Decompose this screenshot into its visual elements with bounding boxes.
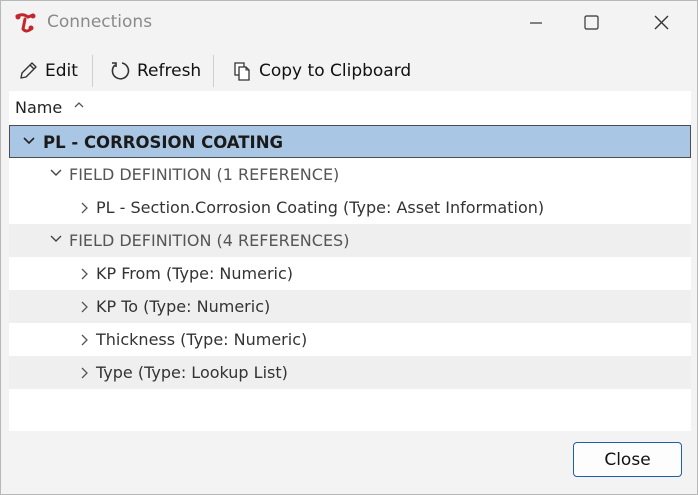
refresh-button-label: Refresh — [137, 61, 202, 81]
copy-button-label: Copy to Clipboard — [259, 61, 412, 81]
chevron-right-icon[interactable] — [79, 267, 89, 281]
refresh-button[interactable]: Refresh — [109, 53, 201, 89]
toolbar-separator — [213, 55, 214, 87]
connections-app-icon — [14, 12, 38, 34]
chevron-right-icon[interactable] — [79, 300, 89, 314]
tree-row-label: PL - CORROSION COATING — [43, 133, 284, 152]
connections-tree: Name PL - CORROSION COATING FIELD DEFINI… — [9, 91, 691, 431]
tree-row[interactable]: FIELD DEFINITION (4 REFERENCES) — [9, 224, 691, 257]
tree-row[interactable]: KP From (Type: Numeric) — [9, 257, 691, 290]
window-title: Connections — [47, 12, 153, 32]
maximize-icon — [584, 15, 599, 30]
maximize-button[interactable] — [567, 1, 613, 45]
chevron-down-icon[interactable] — [22, 136, 36, 146]
tree-row-label: Type (Type: Lookup List) — [96, 363, 288, 382]
chevron-down-icon[interactable] — [49, 234, 63, 244]
edit-button[interactable]: Edit — [17, 53, 78, 89]
tree-row[interactable]: FIELD DEFINITION (1 REFERENCE) — [9, 158, 691, 191]
copy-icon — [234, 62, 250, 81]
tree-row[interactable]: Thickness (Type: Numeric) — [9, 323, 691, 356]
tree-row[interactable]: KP To (Type: Numeric) — [9, 290, 691, 323]
tree-row-label: FIELD DEFINITION (4 REFERENCES) — [69, 231, 350, 250]
toolbar: Edit Refresh Copy to Clipboard — [9, 51, 691, 91]
dialog-footer: Close — [1, 431, 697, 494]
tree-row-label: Thickness (Type: Numeric) — [96, 330, 308, 349]
tree-row-label: PL - Section.Corrosion Coating (Type: As… — [96, 198, 545, 217]
edit-button-label: Edit — [45, 61, 78, 81]
minimize-icon — [530, 22, 542, 24]
copy-to-clipboard-button[interactable]: Copy to Clipboard — [231, 53, 411, 89]
connections-window: Connections Edit Refresh Copy to Clipboa… — [0, 0, 698, 495]
tree-row[interactable]: PL - CORROSION COATING — [9, 125, 691, 158]
tree-row-label: KP To (Type: Numeric) — [96, 297, 271, 316]
pencil-icon — [20, 62, 37, 79]
tree-row[interactable]: Type (Type: Lookup List) — [9, 356, 691, 389]
close-button[interactable]: Close — [573, 442, 682, 477]
close-icon — [654, 15, 669, 30]
tree-row-label: KP From (Type: Numeric) — [96, 264, 294, 283]
toolbar-separator — [92, 55, 93, 87]
chevron-right-icon[interactable] — [79, 333, 89, 347]
column-header-name[interactable]: Name — [9, 91, 691, 123]
column-header-label: Name — [15, 98, 63, 117]
chevron-right-icon[interactable] — [79, 201, 89, 215]
tree-row[interactable]: PL - Section.Corrosion Coating (Type: As… — [9, 191, 691, 224]
chevron-right-icon[interactable] — [79, 366, 89, 380]
sort-ascending-icon — [74, 102, 84, 108]
minimize-button[interactable] — [513, 1, 559, 45]
chevron-down-icon[interactable] — [49, 168, 63, 178]
refresh-icon — [111, 62, 130, 80]
title-bar[interactable]: Connections — [1, 1, 697, 45]
tree-row-label: FIELD DEFINITION (1 REFERENCE) — [69, 165, 340, 184]
window-close-button[interactable] — [639, 1, 685, 45]
